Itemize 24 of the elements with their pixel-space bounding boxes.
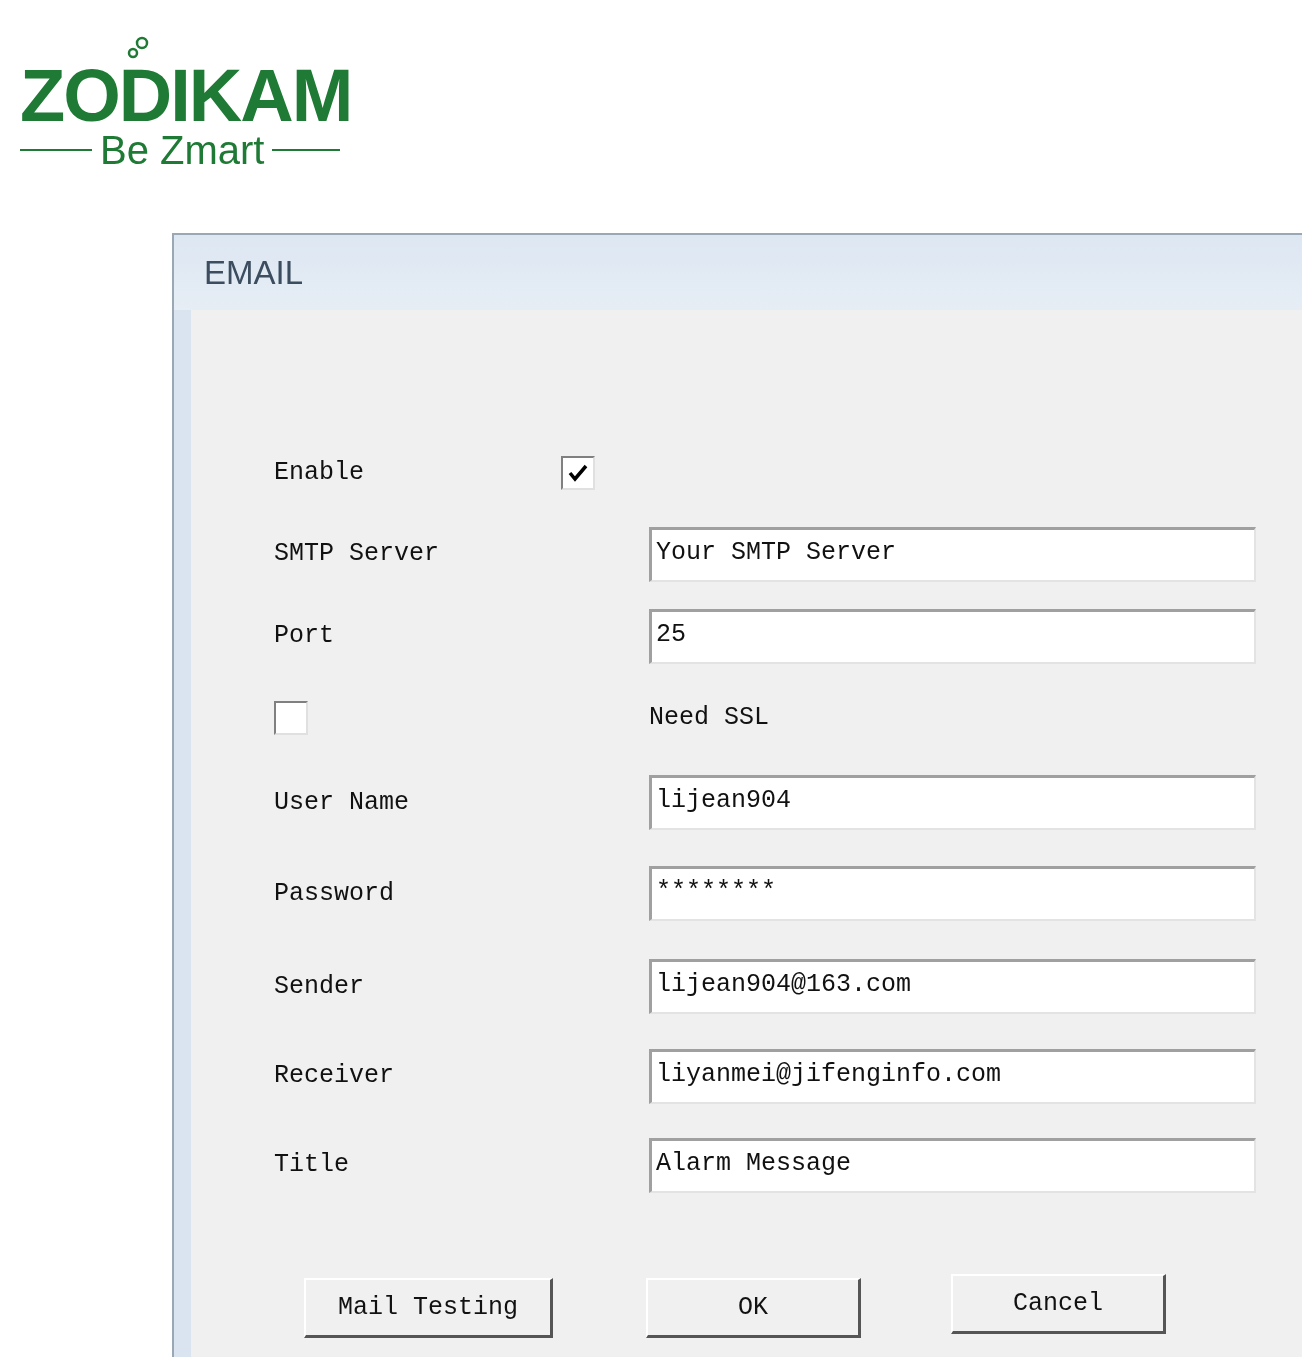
field-label: Title bbox=[274, 1150, 349, 1180]
window-title: EMAIL bbox=[204, 252, 304, 293]
field-label: Port bbox=[274, 621, 334, 651]
field-label: Password bbox=[274, 878, 395, 908]
dialog-button[interactable]: Mail Testing bbox=[304, 1278, 553, 1338]
dialog-button[interactable]: Cancel bbox=[951, 1274, 1166, 1334]
checkbox[interactable] bbox=[274, 701, 308, 735]
text-field[interactable]: Alarm Message bbox=[649, 1137, 1256, 1193]
check-icon bbox=[568, 464, 588, 482]
field-label: Sender bbox=[274, 971, 364, 1001]
field-label: User Name bbox=[274, 787, 410, 817]
text-field[interactable]: 25 bbox=[649, 608, 1256, 664]
field-label: Enable bbox=[274, 458, 364, 488]
text-field[interactable]: lijean904 bbox=[649, 775, 1256, 830]
text-field[interactable]: Your SMTP Server bbox=[649, 526, 1256, 582]
field-label: Need SSL bbox=[649, 702, 770, 735]
bubbles-icon bbox=[126, 36, 150, 60]
text-field[interactable]: ******** bbox=[649, 866, 1256, 921]
dialog-button[interactable]: OK bbox=[646, 1278, 861, 1338]
text-field[interactable]: liyanmei@jifenginfo.com bbox=[649, 1048, 1256, 1104]
checkbox[interactable] bbox=[561, 456, 595, 490]
text-field[interactable]: lijean904@163.com bbox=[649, 959, 1256, 1014]
field-label: SMTP Server bbox=[274, 539, 440, 569]
field-label: Receiver bbox=[274, 1061, 395, 1091]
